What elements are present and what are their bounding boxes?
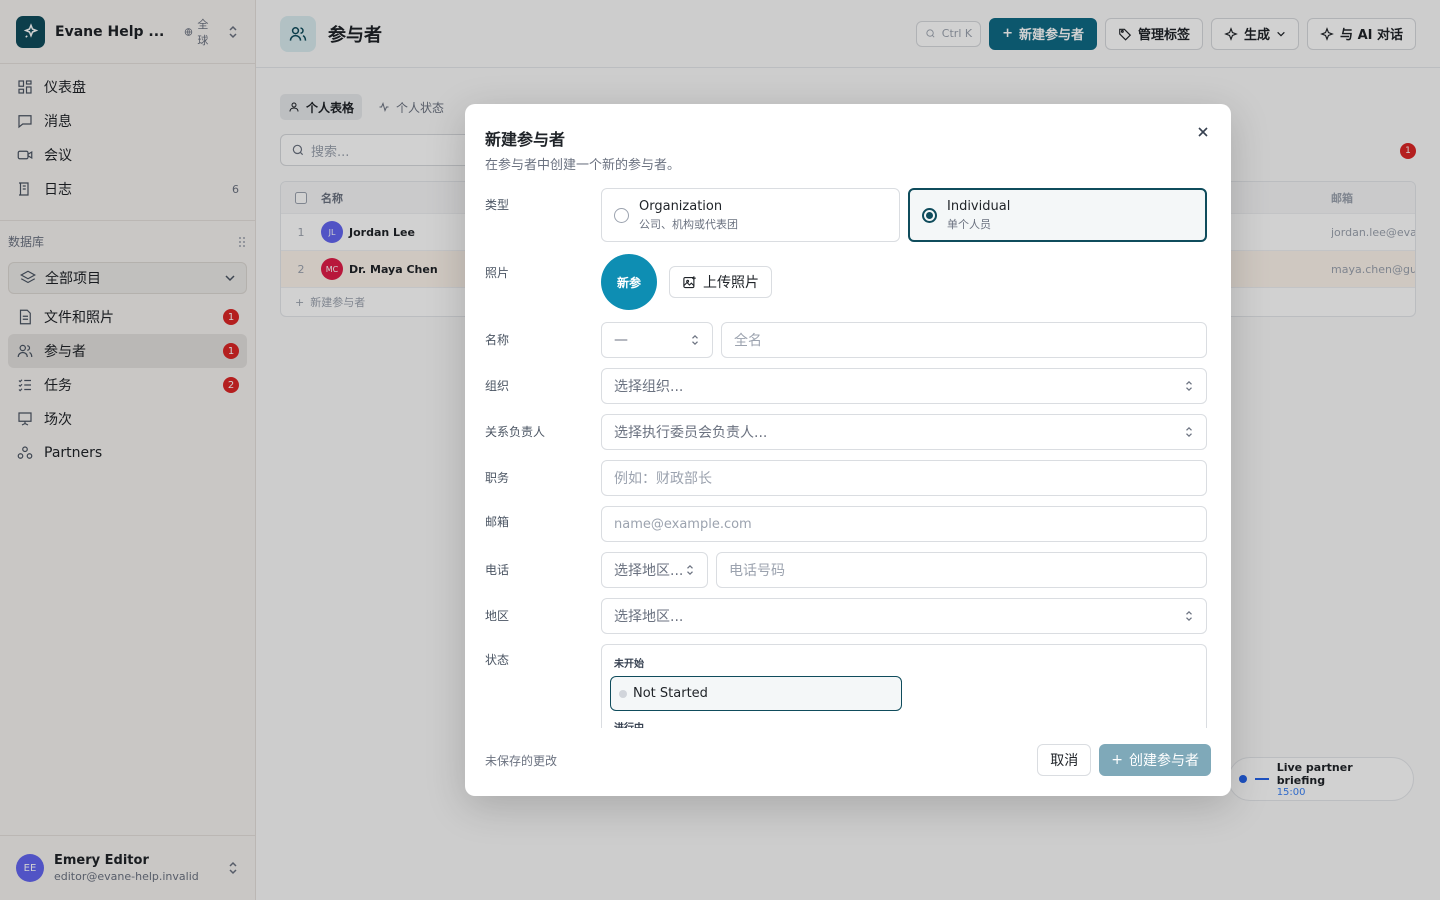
role-input[interactable]: 例如：财政部长 (601, 460, 1207, 496)
role-row: 职务 例如：财政部长 (485, 460, 1207, 496)
owner-select[interactable]: 选择执行委员会负责人... (601, 414, 1207, 450)
status-label: 状态 (485, 653, 510, 667)
name-label: 名称 (485, 333, 510, 347)
email-label: 邮箱 (485, 515, 510, 529)
input-placeholder: 全名 (734, 333, 762, 349)
status-option-not-started[interactable]: Not Started (610, 676, 902, 711)
plus-icon: + (1111, 752, 1123, 768)
org-row: 组织 选择组织... (485, 368, 1207, 404)
option-title: Individual (947, 198, 1011, 214)
input-placeholder: 电话号码 (729, 563, 785, 579)
photo-row: 照片 新参 上传照片 (485, 254, 1207, 310)
status-dot-icon (619, 689, 627, 698)
region-label: 地区 (485, 609, 510, 623)
chevron-updown-icon (687, 564, 693, 576)
org-label: 组织 (485, 379, 510, 393)
status-listbox[interactable]: 未开始 Not Started 进行中 (601, 644, 1207, 728)
select-placeholder: 选择地区... (614, 609, 684, 625)
upload-photo-button[interactable]: 上传照片 (669, 266, 772, 298)
radio-checked (922, 207, 937, 223)
cancel-button[interactable]: 取消 (1037, 744, 1092, 776)
button-label: 取消 (1050, 753, 1079, 769)
unsaved-changes-label: 未保存的更改 (485, 753, 558, 768)
option-subtitle: 公司、机构或代表团 (639, 217, 738, 231)
dialog-footer: 未保存的更改 取消 + 创建参与者 (485, 744, 1211, 776)
dialog-form: 类型 Organization 公司、机构或代表团 Individual 单个人… (485, 188, 1207, 728)
phone-row: 电话 选择地区... 电话号码 (485, 552, 1207, 588)
owner-label: 关系负责人 (485, 425, 546, 439)
option-subtitle: 单个人员 (947, 217, 991, 231)
phone-region-select[interactable]: 选择地区... (601, 552, 708, 588)
select-placeholder: 选择执行委员会负责人... (614, 425, 768, 441)
image-plus-icon (683, 275, 696, 288)
input-placeholder: 例如：财政部长 (614, 471, 712, 487)
region-select[interactable]: 选择地区... (601, 598, 1207, 634)
close-icon[interactable] (1195, 124, 1211, 140)
type-row: 类型 Organization 公司、机构或代表团 Individual 单个人… (485, 188, 1207, 242)
region-row: 地区 选择地区... (485, 598, 1207, 634)
chevron-updown-icon (1186, 426, 1192, 438)
org-select[interactable]: 选择组织... (601, 368, 1207, 404)
type-option-individual[interactable]: Individual 单个人员 (908, 188, 1207, 242)
email-field[interactable]: name@example.com (601, 506, 1207, 542)
name-row: 名称 — 全名 (485, 322, 1207, 358)
button-label: 创建参与者 (1129, 753, 1199, 769)
option-title: Organization (639, 198, 723, 214)
role-label: 职务 (485, 471, 510, 485)
status-row: 状态 未开始 Not Started 进行中 (485, 644, 1207, 728)
create-participant-button[interactable]: + 创建参与者 (1099, 744, 1211, 776)
chevron-updown-icon (1186, 610, 1192, 622)
option-label: Not Started (633, 686, 708, 701)
photo-label: 照片 (485, 266, 510, 280)
photo-placeholder: 新参 (601, 254, 657, 310)
owner-row: 关系负责人 选择执行委员会负责人... (485, 414, 1207, 450)
input-placeholder: name@example.com (614, 516, 752, 532)
type-option-organization[interactable]: Organization 公司、机构或代表团 (601, 188, 900, 242)
status-group-header: 进行中 (610, 717, 1198, 728)
fullname-input[interactable]: 全名 (721, 322, 1207, 358)
phone-label: 电话 (485, 563, 510, 577)
prefix-value: — (614, 332, 628, 348)
name-prefix-select[interactable]: — (601, 322, 713, 358)
chevron-updown-icon (692, 334, 698, 346)
email-row: 邮箱 name@example.com (485, 506, 1207, 542)
chevron-updown-icon (1186, 380, 1192, 392)
phone-input[interactable]: 电话号码 (716, 552, 1207, 588)
dialog-title: 新建参与者 (485, 130, 566, 149)
radio-unchecked (614, 207, 629, 223)
button-label: 上传照片 (703, 275, 759, 291)
select-placeholder: 选择地区... (614, 563, 684, 579)
type-label: 类型 (485, 198, 510, 212)
dialog-subtitle: 在参与者中创建一个新的参与者。 (485, 158, 681, 173)
select-placeholder: 选择组织... (614, 379, 684, 395)
status-group-header: 未开始 (614, 659, 644, 670)
new-participant-dialog: 新建参与者 在参与者中创建一个新的参与者。 类型 Organization 公司… (465, 104, 1231, 796)
